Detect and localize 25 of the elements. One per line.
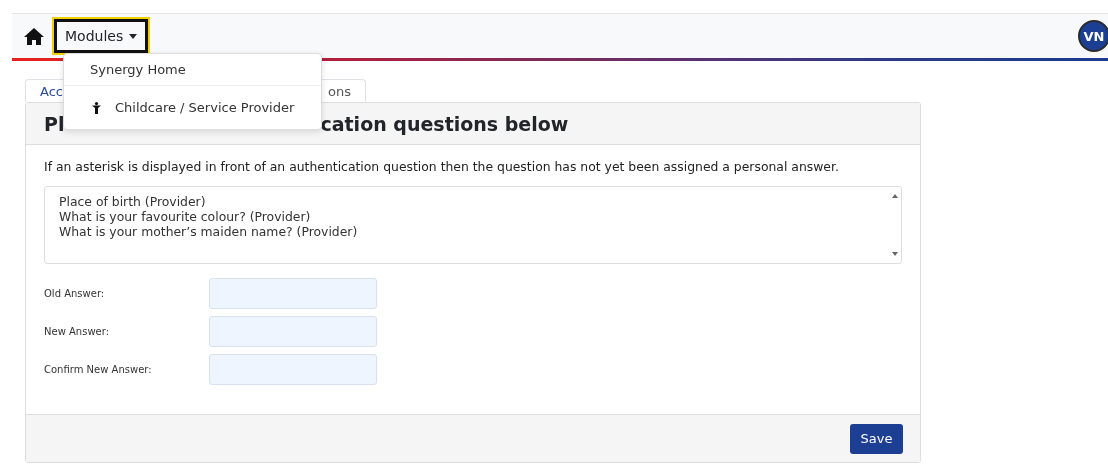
card-title: Pl: [44, 112, 65, 135]
card-title: cation questions below: [320, 112, 569, 135]
user-avatar[interactable]: VN: [1078, 20, 1108, 52]
question-list[interactable]: Place of birth (Provider) What is your favourite colour? (Provider) What is your mother’s maiden name? (Provider): [44, 186, 902, 264]
answer-field[interactable]: [209, 354, 377, 385]
person-icon: [92, 101, 101, 114]
field-label: Confirm New Answer:: [44, 364, 153, 375]
tab-label[interactable]: ons: [328, 83, 351, 99]
info-text: If an asterisk is displayed in front of an authentication question then the question has not yet been assigned a personal answer.: [44, 159, 840, 174]
tab[interactable]: Acc ons: [25, 79, 366, 102]
field-label: Old Answer:: [44, 288, 106, 299]
question-option[interactable]: What is your mother’s maiden name? (Provider): [59, 224, 887, 239]
save-button[interactable]: Save: [850, 423, 903, 454]
answer-field[interactable]: [209, 316, 377, 347]
scroll-up-icon[interactable]: [892, 194, 898, 198]
field-label: New Answer:: [44, 326, 110, 337]
question-option[interactable]: What is your favourite colour? (Provider): [59, 209, 887, 224]
scroll-down-icon[interactable]: [892, 252, 898, 256]
caret-icon: [129, 33, 138, 39]
tab-label[interactable]: Acc: [40, 83, 63, 99]
menu-item[interactable]: Childcare / Service Provider: [64, 85, 321, 129]
answer-field[interactable]: [209, 278, 377, 309]
home-icon[interactable]: [24, 27, 44, 45]
modules-menu-button[interactable]: Modules: [54, 19, 149, 53]
question-option[interactable]: Place of birth (Provider): [59, 194, 887, 209]
